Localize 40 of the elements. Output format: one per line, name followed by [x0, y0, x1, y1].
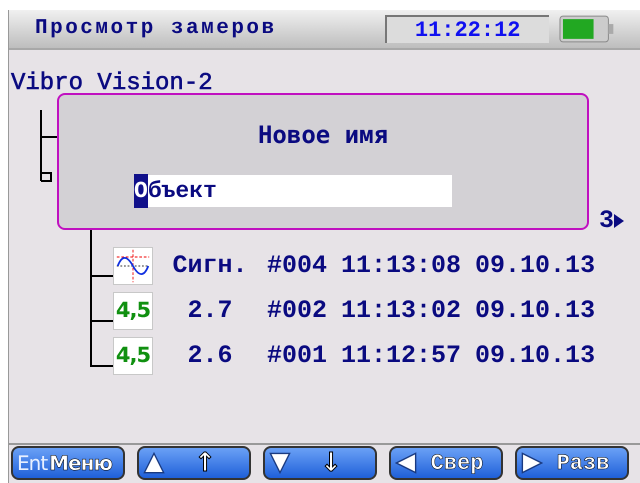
measurement-time: 11:12:57 [341, 340, 462, 372]
measurement-number: #001 [267, 340, 328, 372]
battery-icon [558, 15, 614, 43]
cut-off-text: 3 [599, 205, 614, 237]
softkey-button[interactable]: ↓ [263, 446, 377, 480]
dialog-title: Новое имя [258, 120, 388, 151]
measurement-number: #004 [267, 250, 328, 282]
measurement-date: 09.10.13 [475, 250, 596, 282]
softkey-label: ↑ [193, 446, 217, 480]
name-input-field[interactable]: Объект [134, 175, 452, 207]
value-icon: 4,5 [113, 336, 153, 374]
field-value: бъект [148, 176, 217, 206]
softkey-label: Меню [49, 450, 112, 477]
measurement-date: 09.10.13 [475, 294, 596, 327]
right-arrow-icon [614, 214, 624, 228]
left-triangle-icon [395, 451, 417, 475]
screen-title: Просмотр замеров [35, 16, 278, 42]
softkey-label: Свер [430, 450, 484, 478]
up-triangle-icon [143, 451, 165, 475]
measurement-value: 2.7 [186, 294, 234, 327]
softkey-button[interactable]: ↑ [137, 446, 251, 480]
measurement-value: Сигн. [171, 250, 248, 282]
measurement-number: #002 [267, 294, 328, 327]
clock: 11:22:12 [384, 15, 549, 43]
down-triangle-icon [269, 451, 291, 475]
right-triangle-icon [521, 451, 543, 475]
softkey-button[interactable]: EntМеню [11, 446, 125, 480]
waveform-icon [113, 246, 153, 284]
measurement-value: 2.6 [186, 340, 234, 372]
measurement-time: 11:13:08 [341, 250, 462, 282]
text-cursor: О [134, 174, 148, 208]
measurement-time: 11:13:02 [341, 294, 462, 327]
softkey-label: Разв [556, 450, 610, 478]
softkey-label: ↓ [319, 446, 343, 480]
softkey-button[interactable]: Разв [515, 446, 629, 480]
measurement-date: 09.10.13 [475, 340, 596, 372]
enter-key-label: Ent [17, 450, 48, 477]
value-icon: 4,5 [113, 292, 153, 330]
root-node-label: Vibro Vision-2 [11, 69, 213, 99]
softkey-button[interactable]: Свер [389, 446, 503, 480]
